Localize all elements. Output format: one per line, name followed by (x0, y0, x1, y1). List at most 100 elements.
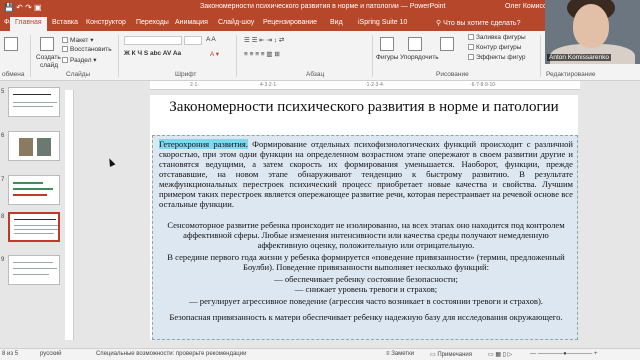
thumb-number: 6 (1, 133, 5, 139)
new-slide-icon[interactable] (40, 37, 54, 51)
quick-styles-icon[interactable] (440, 37, 454, 51)
thumb-text-line (14, 233, 54, 234)
horizontal-ruler: 2·1· 4·3·2·1· ·1·2·3·4· ·6·7·8·9·10· (150, 81, 580, 90)
tab-slideshow[interactable]: Слайд-шоу (218, 19, 254, 26)
list-item: — регулирует агрессивное поведение (агре… (189, 296, 543, 306)
reset-icon (62, 46, 68, 52)
shape-outline-label: Контур фигуры (476, 44, 522, 51)
divider (236, 35, 237, 77)
outline-icon (468, 44, 474, 50)
highlighted-term: Гетерохрония развития. (159, 139, 248, 149)
slide-thumbnail[interactable] (8, 255, 60, 285)
thumb-title-line (13, 94, 51, 95)
list-buttons[interactable]: ☰ ☰ ⇤ ⇥ ↕ ⇄ (244, 36, 284, 44)
tab-view[interactable]: Вид (330, 19, 343, 26)
effects-icon (468, 54, 474, 60)
divider (30, 35, 31, 77)
accessibility-checker[interactable]: Специальные возможности: проверьте реком… (96, 351, 246, 357)
reset-button[interactable]: Восстановить (62, 46, 112, 53)
thumb-title-line (14, 219, 56, 220)
section-icon (62, 57, 68, 63)
paste-icon[interactable] (4, 37, 18, 51)
slide-thumbnail[interactable] (8, 87, 60, 117)
presenter-face (573, 4, 609, 48)
arrange-icon[interactable] (408, 37, 422, 51)
font-color-button[interactable]: A ▾ (210, 50, 219, 58)
tab-transitions[interactable]: Переходы (136, 19, 169, 26)
slide-title[interactable]: Закономерности психического развития в н… (150, 99, 578, 116)
shape-effects-label: Эффекты фигур (476, 54, 526, 61)
paragraph-group-label: Абзац (306, 71, 325, 78)
clipboard-group-label: обмена (2, 71, 25, 78)
layout-button[interactable]: Макет ▾ (62, 36, 93, 44)
divider (118, 35, 119, 77)
new-slide-button-line2[interactable]: слайд (40, 62, 58, 69)
presenter-name: Anton Komissarenko (547, 54, 611, 61)
paragraph-heterochrony: Гетерохрония развития. Формирование отде… (159, 139, 573, 209)
new-slide-button[interactable]: Создать (36, 54, 61, 61)
tell-me-search[interactable]: ⚲ Что вы хотите сделать? (436, 19, 520, 27)
slide-thumbnail-active[interactable] (8, 212, 60, 242)
tab-review[interactable]: Рецензирование (263, 19, 317, 26)
list-item: — снижает уровень тревоги и страхов; (294, 284, 438, 294)
thumb-text-line (13, 274, 49, 275)
tab-insert[interactable]: Вставка (52, 19, 78, 26)
thumb-number: 5 (1, 89, 5, 95)
tab-design[interactable]: Конструктор (86, 19, 126, 26)
font-grow-shrink-buttons[interactable]: A A (206, 36, 216, 43)
section-button[interactable]: Раздел ▾ (62, 56, 97, 64)
slide-thumbnail[interactable] (8, 175, 60, 205)
thumb-text-line (13, 182, 43, 184)
language-indicator[interactable]: русский (40, 351, 62, 357)
arrange-button[interactable]: Упорядочить (400, 54, 439, 61)
thumb-number: 7 (1, 177, 5, 183)
shape-fill-label: Заливка фигуры (476, 34, 526, 41)
layout-icon (62, 37, 68, 43)
comments-label: Примечания (437, 352, 472, 358)
thumb-text-line (13, 102, 57, 103)
slides-group-label: Слайды (66, 71, 91, 78)
thumb-text-line (13, 188, 53, 190)
divider (540, 35, 541, 77)
shapes-icon[interactable] (380, 37, 394, 51)
paragraph-attachment: В середине первого года жизни у ребенка … (167, 252, 565, 272)
tab-ispring[interactable]: iSpring Suite 10 (358, 19, 407, 26)
title-bar: 💾 ↶ ↷ ▣ Закономерности психического разв… (0, 0, 640, 16)
shape-outline-button[interactable]: Контур фигуры (468, 44, 521, 51)
shape-fill-button[interactable]: Заливка фигуры (468, 34, 526, 41)
slide-body-textbox[interactable]: Гетерохрония развития. Формирование отде… (152, 135, 578, 340)
list-item: — обеспечивает ребенку состояние безопас… (274, 274, 458, 284)
font-style-buttons[interactable]: Ж К Ч S abc AV Aa (124, 50, 181, 57)
notes-button[interactable]: ≡ Заметки (386, 351, 414, 357)
window-title: Закономерности психического развития в н… (200, 3, 446, 10)
comments-icon: ▭ (430, 352, 436, 358)
slide-thumbnail[interactable] (8, 131, 60, 161)
reset-label: Восстановить (70, 46, 112, 53)
align-buttons[interactable]: ≡ ≡ ≡ ≡ ▥ ⊞ (244, 50, 280, 58)
notes-label: Заметки (391, 351, 415, 357)
zoom-slider[interactable]: — ──────●────── + (530, 351, 597, 357)
thumb-text-line (13, 262, 53, 263)
drawing-group-label: Рисование (436, 71, 469, 78)
shapes-button[interactable]: Фигуры (376, 54, 398, 61)
shape-effects-button[interactable]: Эффекты фигур (468, 54, 526, 61)
thumb-text-line (13, 194, 47, 196)
thumb-text-line (13, 106, 53, 107)
view-buttons[interactable]: ▭ ▦ ▯ ▷ (488, 351, 512, 358)
slide-counter: 8 из 5 (2, 351, 19, 357)
tab-animations[interactable]: Анимация (175, 19, 208, 26)
tab-home[interactable]: Главная (10, 17, 47, 31)
paragraph-conclusion: Безопасная привязанность к матери обеспе… (169, 312, 563, 322)
slide-canvas[interactable]: Закономерности психического развития в н… (150, 95, 578, 340)
editing-group-label: Редактирование (546, 71, 596, 78)
font-family-select[interactable] (124, 36, 182, 45)
thumb-image (19, 138, 33, 156)
fill-icon (468, 34, 474, 40)
thumb-image (37, 138, 51, 156)
section-label: Раздел (70, 57, 92, 64)
font-size-select[interactable] (184, 36, 202, 45)
quick-access-toolbar[interactable]: 💾 ↶ ↷ ▣ (4, 3, 42, 12)
tell-me-label: Что вы хотите сделать? (443, 20, 521, 27)
thumb-text-line (14, 229, 58, 230)
comments-button[interactable]: ▭ Примечания (430, 351, 472, 358)
